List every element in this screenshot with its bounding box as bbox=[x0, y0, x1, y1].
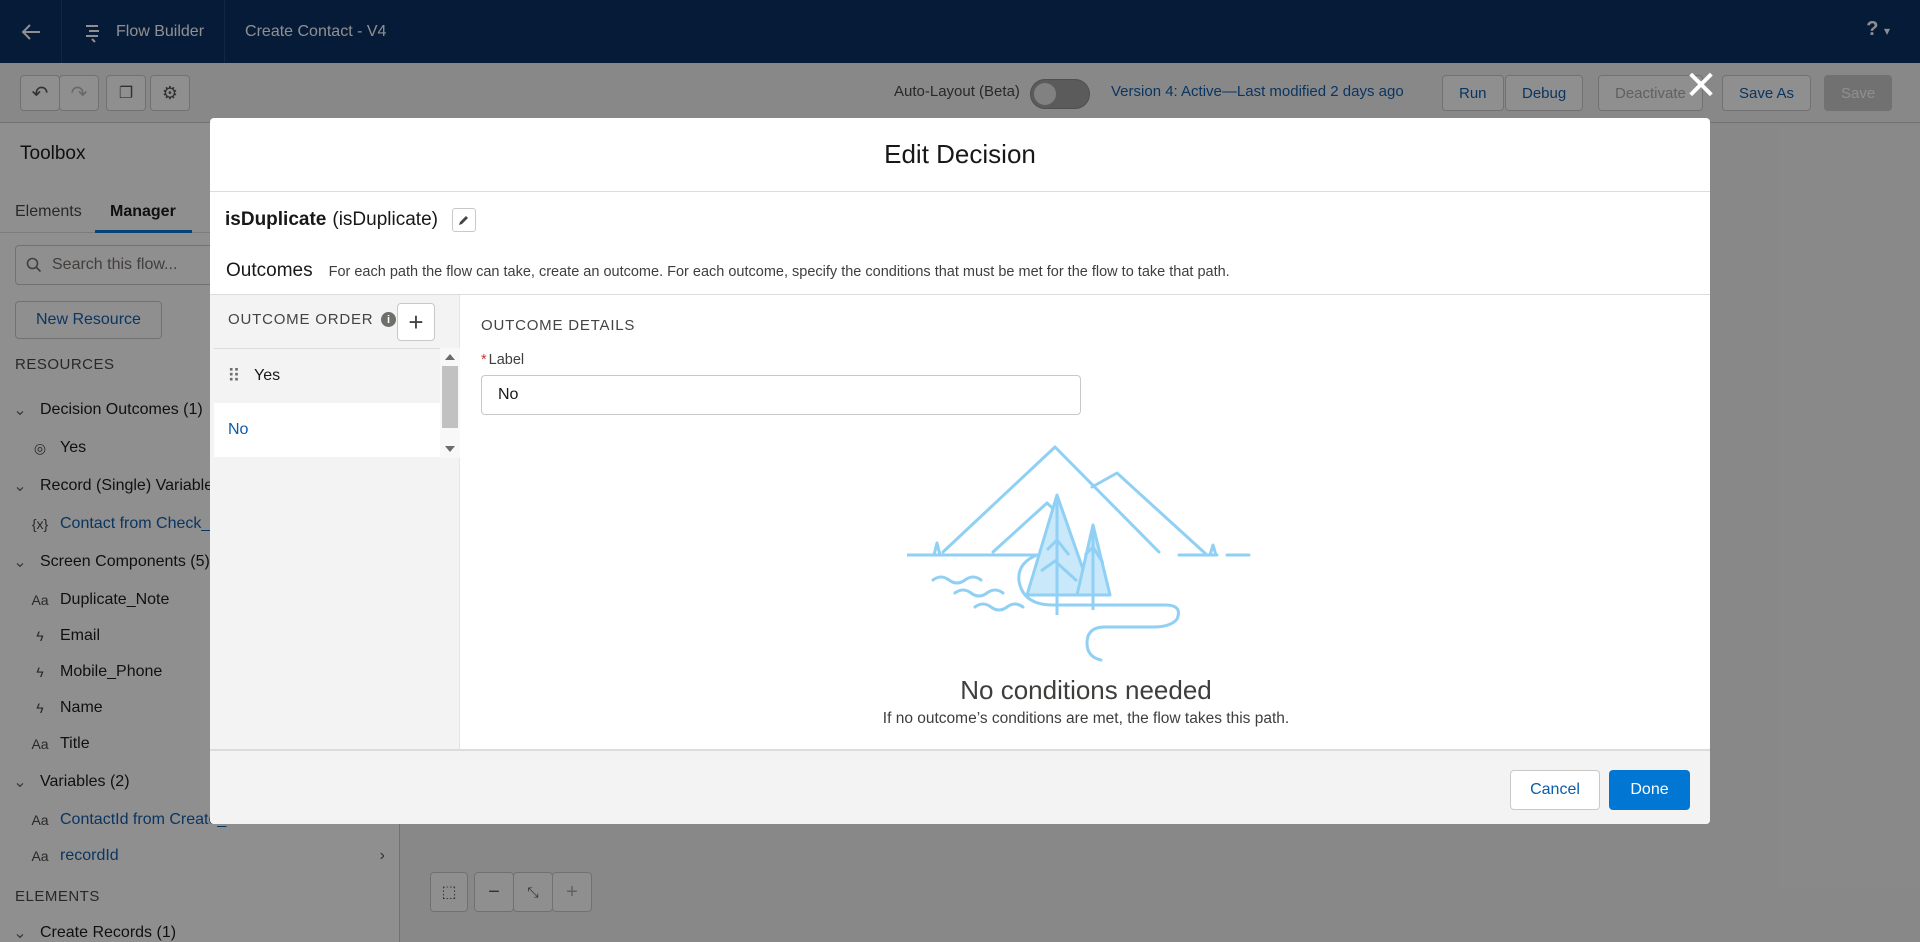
label-field-text: Label bbox=[488, 352, 525, 368]
close-icon: ✕ bbox=[1684, 64, 1718, 108]
edit-decision-modal: Edit Decision isDuplicate (isDuplicate) … bbox=[210, 118, 1710, 824]
required-marker: * bbox=[481, 352, 487, 368]
element-label: isDuplicate bbox=[225, 209, 327, 230]
element-api-name: (isDuplicate) bbox=[332, 209, 438, 230]
modal-title: Edit Decision bbox=[210, 118, 1710, 192]
done-button[interactable]: Done bbox=[1609, 770, 1690, 810]
no-conditions-description: If no outcome’s conditions are met, the … bbox=[882, 710, 1290, 727]
outcome-item-no[interactable]: No bbox=[214, 403, 440, 457]
outcome-details-panel: OUTCOME DETAILS * Label No No conditions… bbox=[462, 295, 1710, 750]
outcomes-editor: OUTCOME ORDER i + ⠿ Yes No OUTCOME DETAI… bbox=[210, 294, 1710, 750]
modal-close-button[interactable]: ✕ bbox=[1683, 66, 1719, 106]
modal-footer: Cancel Done bbox=[210, 749, 1710, 824]
scroll-thumb[interactable] bbox=[442, 366, 458, 428]
pencil-icon bbox=[458, 216, 468, 225]
mountains-lake-illustration bbox=[907, 445, 1251, 662]
outcomes-description: For each path the flow can take, create … bbox=[328, 264, 1230, 280]
outcome-order-label: OUTCOME ORDER bbox=[228, 311, 374, 328]
edit-name-button[interactable] bbox=[451, 208, 476, 232]
outcome-order-heading: OUTCOME ORDER i bbox=[228, 311, 397, 328]
outcomes-title: Outcomes bbox=[226, 260, 313, 281]
plus-icon: + bbox=[408, 306, 424, 337]
label-field-label: * Label bbox=[481, 352, 524, 368]
outcome-list: ⠿ Yes No bbox=[214, 348, 440, 458]
outcomes-header: Outcomes For each path the flow can take… bbox=[226, 260, 1230, 282]
outcome-item-label: No bbox=[228, 421, 249, 438]
no-conditions-title: No conditions needed bbox=[960, 675, 1212, 705]
drag-handle-icon[interactable]: ⠿ bbox=[214, 366, 254, 387]
element-name: isDuplicate (isDuplicate) bbox=[225, 208, 476, 232]
label-input[interactable]: No bbox=[481, 375, 1081, 415]
outcome-list-scrollbar[interactable] bbox=[440, 348, 460, 458]
outcome-details-heading: OUTCOME DETAILS bbox=[481, 317, 636, 334]
outcome-order-panel: OUTCOME ORDER i + ⠿ Yes No bbox=[210, 295, 460, 750]
outcome-item-label: Yes bbox=[254, 367, 281, 384]
scroll-down-icon[interactable] bbox=[445, 446, 455, 452]
outcome-item-yes[interactable]: ⠿ Yes bbox=[214, 349, 440, 403]
scroll-up-icon[interactable] bbox=[445, 354, 455, 360]
info-icon[interactable]: i bbox=[381, 312, 397, 327]
add-outcome-button[interactable]: + bbox=[397, 303, 435, 341]
cancel-button[interactable]: Cancel bbox=[1510, 770, 1600, 810]
